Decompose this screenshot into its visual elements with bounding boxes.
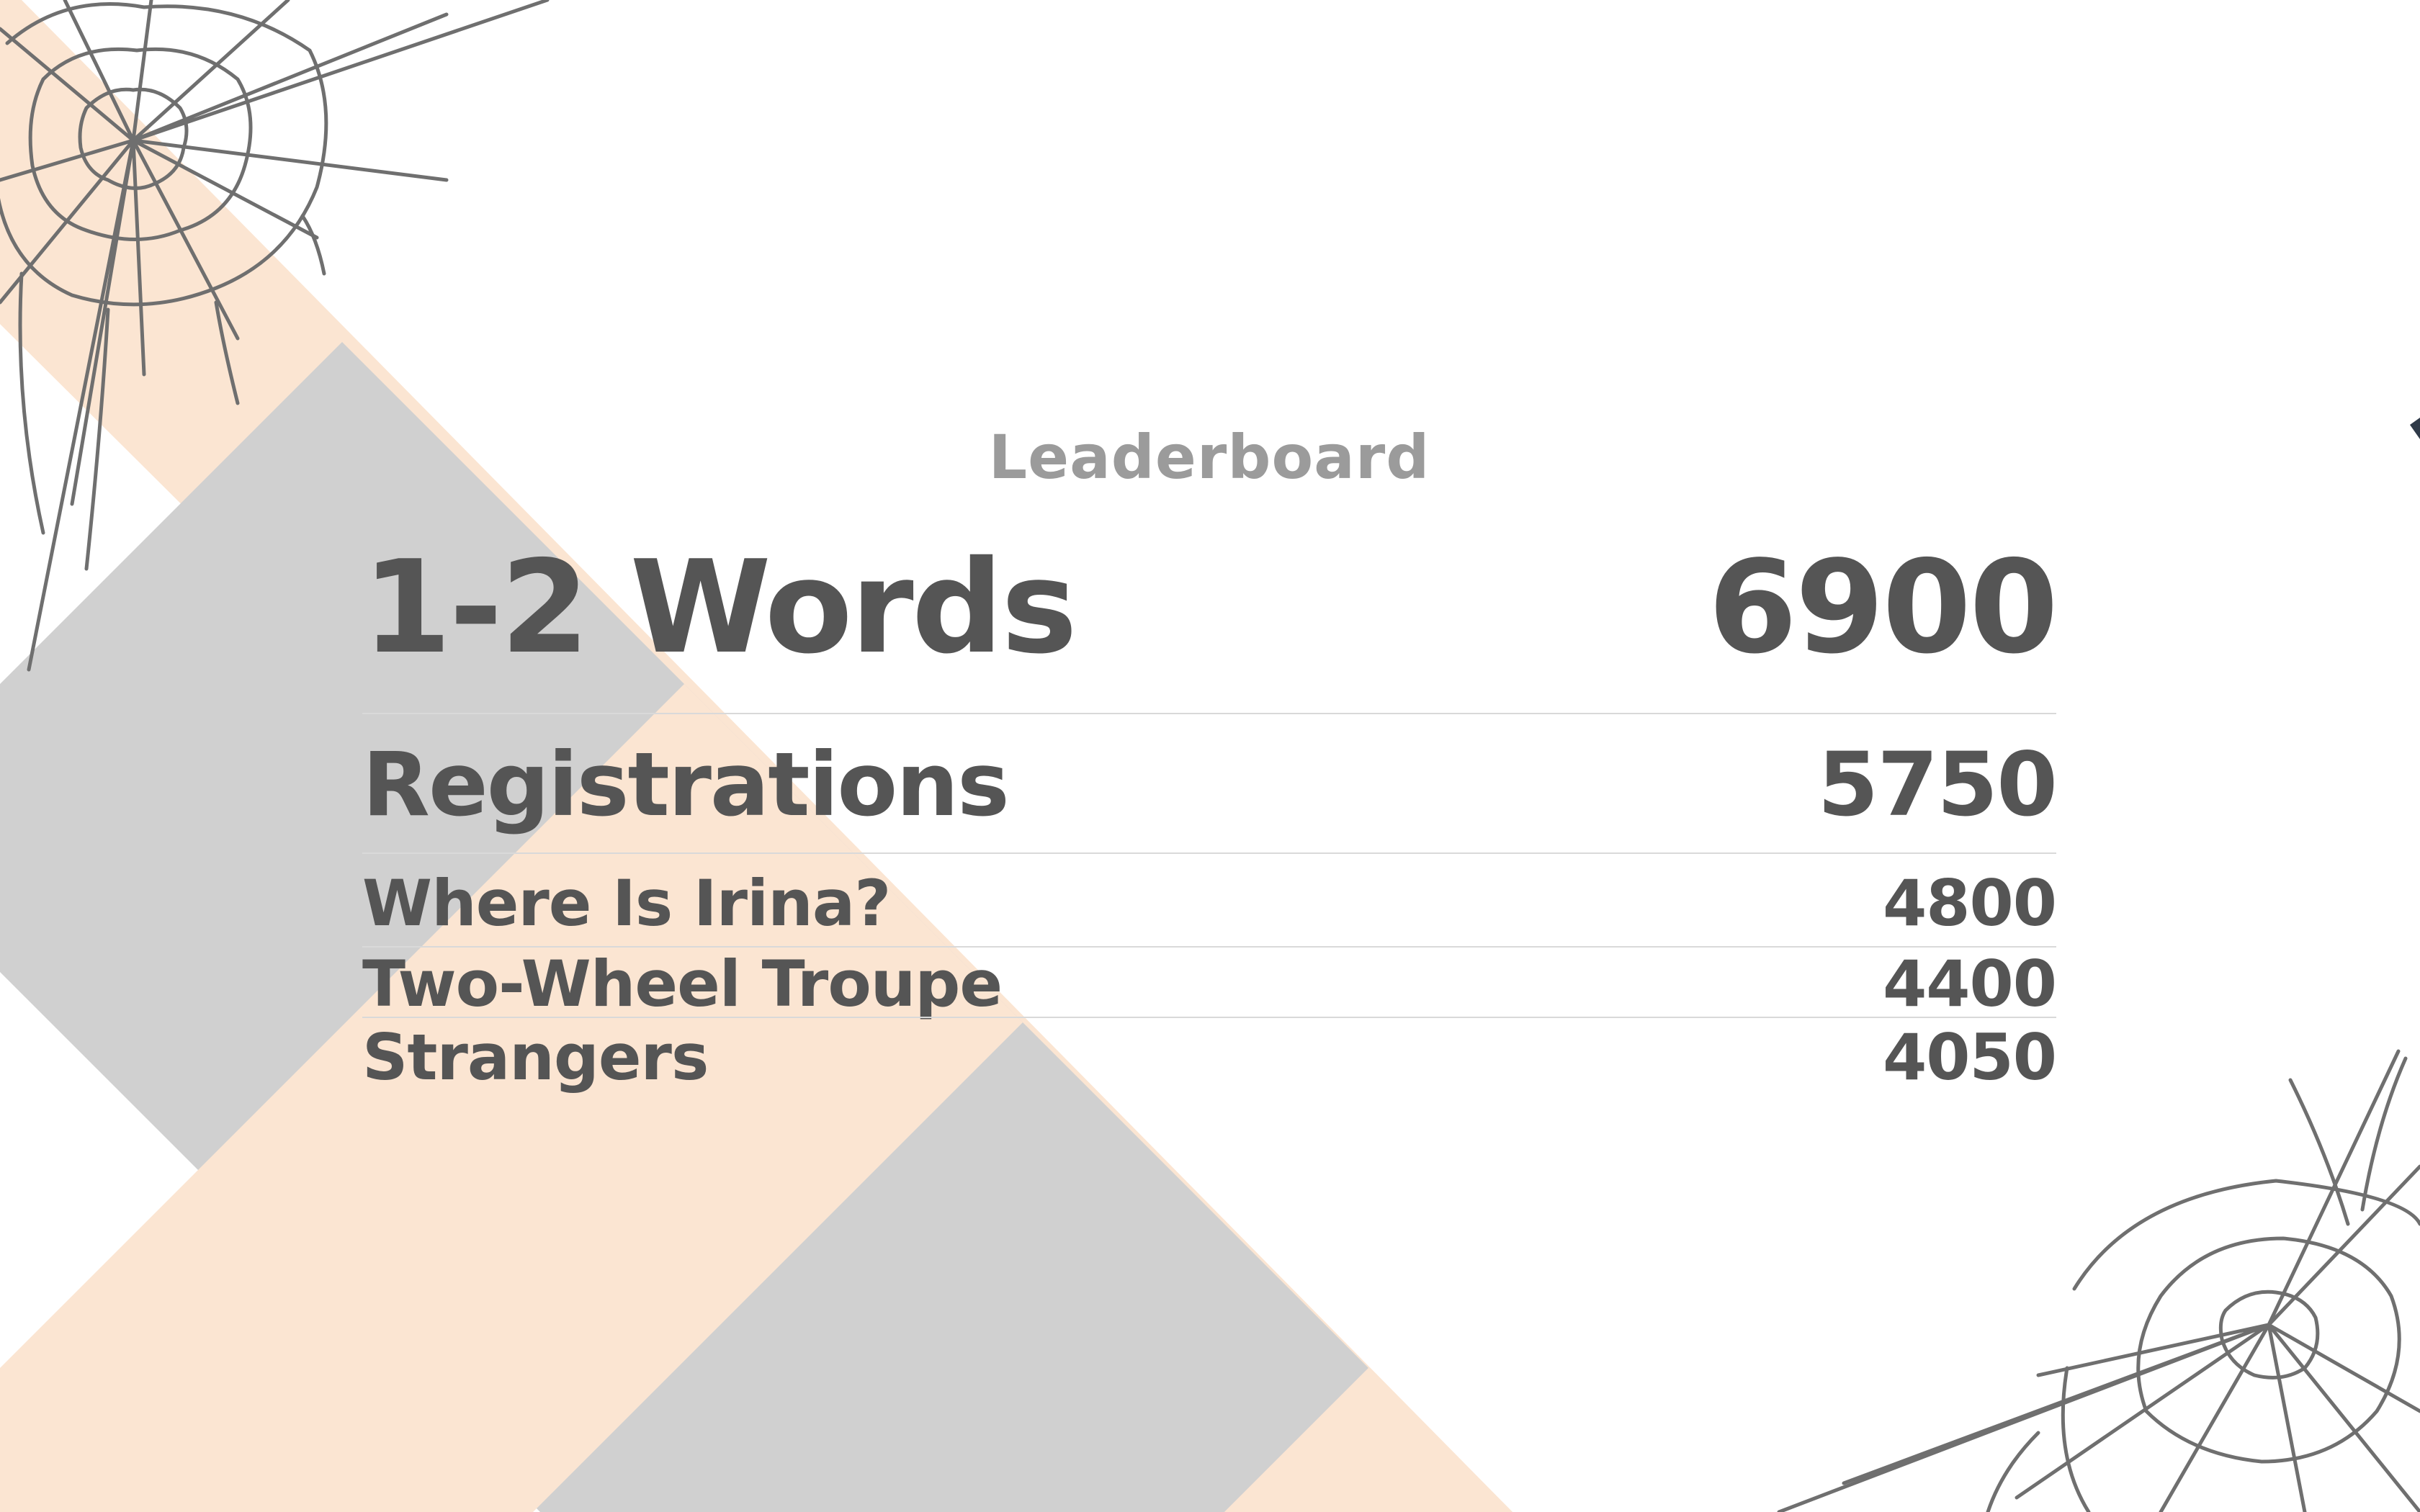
team-name: Where Is Irina?	[362, 865, 891, 940]
team-name: Registrations	[362, 734, 1010, 836]
row-divider	[362, 713, 2056, 714]
row-divider	[362, 1017, 2056, 1018]
dark-mark-right-edge	[2410, 418, 2420, 439]
team-name: Strangers	[362, 1020, 709, 1094]
leaderboard-row: Registrations 5750	[362, 734, 2058, 836]
team-score: 4400	[1883, 946, 2057, 1021]
team-score: 4800	[1883, 865, 2057, 940]
slide: Leaderboard 1-2 Words 6900 Registrations…	[0, 0, 2420, 1512]
leaderboard-row: Strangers 4050	[362, 1020, 2057, 1094]
leaderboard-title: Leaderboard	[988, 422, 1430, 492]
row-divider	[362, 852, 2056, 854]
leaderboard-row: Two-Wheel Troupe 4400	[362, 946, 2057, 1021]
team-score: 6900	[1708, 532, 2058, 682]
cobweb-bottom-right-icon	[1777, 1049, 2420, 1512]
leaderboard-row: Where Is Irina? 4800	[362, 865, 2057, 940]
team-score: 4050	[1883, 1020, 2057, 1094]
leaderboard-row: 1-2 Words 6900	[362, 533, 2058, 682]
team-name: 1-2 Words	[362, 532, 1077, 682]
team-score: 5750	[1817, 734, 2058, 836]
team-name: Two-Wheel Troupe	[362, 946, 1003, 1021]
